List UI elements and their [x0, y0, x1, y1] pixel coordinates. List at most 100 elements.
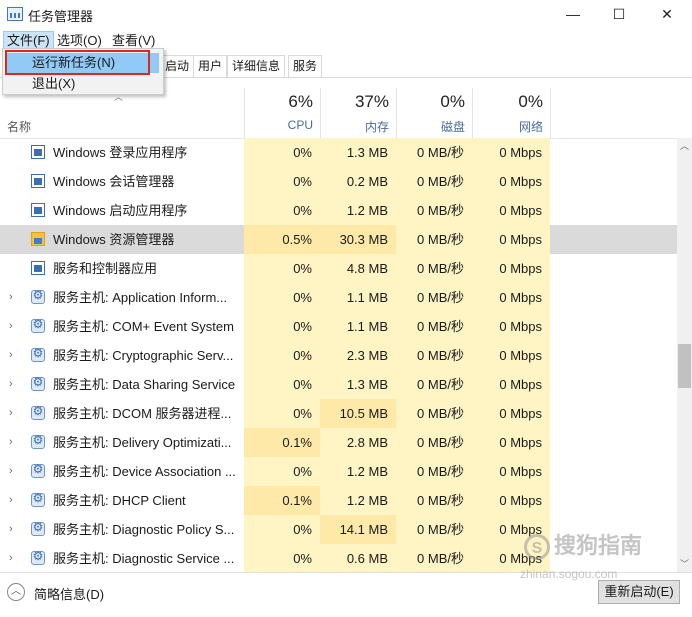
process-row[interactable]: Windows 启动应用程序 0% 1.2 MB 0 MB/秒 0 Mbps [0, 196, 677, 225]
disk-cell: 0 MB/秒 [396, 544, 472, 572]
network-cell: 0 Mbps [472, 196, 550, 225]
expand-chevron-icon[interactable]: › [9, 378, 13, 390]
process-row[interactable]: › 服务主机: DCOM 服务器进程... 0%10.5 MB0 MB/秒0 Mbp… [0, 399, 677, 428]
disk-cell: 0 MB/秒 [396, 457, 472, 486]
scroll-up-icon[interactable]: ︿ [677, 138, 692, 154]
column-header: ︿ 名称 6% CPU 37% 内存 0% 磁盘 0% 网络 [0, 88, 677, 139]
memory-cell: 1.2 MB [320, 196, 396, 225]
process-row[interactable]: › 服务主机: Cryptographic Serv... 0%2.3 MB0 MB… [0, 341, 677, 370]
restart-button[interactable]: 重新启动(E) [598, 580, 680, 604]
network-label: 网络 [518, 120, 543, 134]
window-app-icon [31, 145, 45, 159]
network-cell: 0 Mbps [472, 486, 550, 515]
network-cell: 0 Mbps [472, 428, 550, 457]
network-cell: 0 Mbps [472, 457, 550, 486]
cpu-cell: 0% [244, 312, 320, 341]
cpu-cell: 0.5% [244, 225, 320, 254]
exit-item[interactable]: 退出(X) [5, 74, 159, 94]
process-name: 服务和控制器应用 [53, 261, 158, 276]
tab-services[interactable]: 服务 [288, 55, 323, 77]
process-row[interactable]: › 服务主机: Data Sharing Service 0%1.3 MB0 MB/… [0, 370, 677, 399]
window-app-icon [31, 261, 45, 275]
gear-icon [31, 375, 45, 391]
vertical-scrollbar[interactable]: ︿ ﹀ [677, 138, 692, 572]
network-cell: 0 Mbps [472, 399, 550, 428]
column-memory[interactable]: 37% 内存 [320, 88, 397, 138]
cpu-cell: 0.1% [244, 486, 320, 515]
memory-total: 37% [354, 92, 389, 111]
process-name: 服务主机: Device Association ... [53, 464, 236, 479]
process-name: 服务主机: DHCP Client [53, 493, 186, 508]
annotation-highlight-box [5, 50, 150, 75]
expand-chevron-icon[interactable]: › [9, 523, 13, 535]
cpu-cell: 0% [244, 254, 320, 283]
window-app-icon [31, 203, 45, 217]
expand-chevron-icon[interactable]: › [9, 465, 13, 477]
disk-cell: 0 MB/秒 [396, 225, 472, 254]
gear-icon [31, 462, 45, 478]
process-name: 服务主机: Application Inform... [53, 290, 228, 305]
column-cpu[interactable]: 6% CPU [244, 88, 321, 138]
disk-cell: 0 MB/秒 [396, 138, 472, 167]
process-row[interactable]: › 服务主机: Application Inform... 0%1.1 MB0 MB… [0, 283, 677, 312]
scroll-down-icon[interactable]: ﹀ [677, 556, 692, 572]
process-row[interactable]: Windows 会话管理器 0% 0.2 MB 0 MB/秒 0 Mbps [0, 167, 677, 196]
network-cell: 0 Mbps [472, 167, 550, 196]
memory-cell: 14.1 MB [320, 515, 396, 544]
gear-icon [31, 346, 45, 362]
column-name[interactable]: 名称 [7, 118, 31, 135]
window-app-icon [31, 174, 45, 188]
expand-chevron-icon[interactable]: › [9, 320, 13, 332]
close-button[interactable]: ✕ [644, 0, 690, 30]
expand-chevron-icon[interactable]: › [9, 494, 13, 506]
disk-cell: 0 MB/秒 [396, 486, 472, 515]
minimize-button[interactable]: — [550, 0, 596, 30]
tab-startup[interactable]: 启动 [160, 55, 195, 77]
expand-chevron-icon[interactable]: › [9, 407, 13, 419]
memory-cell: 1.3 MB [320, 138, 396, 167]
disk-cell: 0 MB/秒 [396, 341, 472, 370]
memory-cell: 1.2 MB [320, 457, 396, 486]
column-divider [550, 88, 552, 138]
disk-cell: 0 MB/秒 [396, 283, 472, 312]
expand-chevron-icon[interactable]: › [9, 349, 13, 361]
tab-users[interactable]: 用户 [193, 55, 228, 77]
disk-cell: 0 MB/秒 [396, 428, 472, 457]
expand-chevron-icon[interactable]: › [9, 436, 13, 448]
process-row[interactable]: 服务和控制器应用 0% 4.8 MB 0 MB/秒 0 Mbps [0, 254, 677, 283]
cpu-cell: 0% [244, 138, 320, 167]
process-name: 服务主机: Delivery Optimizati... [53, 435, 232, 450]
process-name: 服务主机: COM+ Event System [53, 319, 234, 334]
cpu-cell: 0% [244, 341, 320, 370]
network-cell: 0 Mbps [472, 370, 550, 399]
watermark-logo-icon: S [524, 534, 550, 561]
collapse-icon[interactable]: ︿ [7, 583, 25, 601]
memory-cell: 2.8 MB [320, 428, 396, 457]
process-row[interactable]: Windows 资源管理器 0.5% 30.3 MB 0 MB/秒 0 Mbps [0, 225, 677, 254]
cpu-cell: 0.1% [244, 428, 320, 457]
process-row[interactable]: ›服务主机: Device Association ...0%1.2 MB0 M… [0, 457, 677, 486]
process-row[interactable]: Windows 登录应用程序 0% 1.3 MB 0 MB/秒 0 Mbps [0, 138, 677, 167]
cpu-cell: 0% [244, 544, 320, 572]
watermark: S 搜狗指南 [524, 528, 642, 561]
process-row[interactable]: › 服务主机: COM+ Event System 0%1.1 MB0 MB/秒0 … [0, 312, 677, 341]
maximize-button[interactable]: ☐ [596, 0, 642, 30]
column-disk[interactable]: 0% 磁盘 [396, 88, 473, 138]
less-details-link[interactable]: 简略信息(D) [34, 584, 104, 603]
cpu-cell: 0% [244, 196, 320, 225]
process-name: 服务主机: Data Sharing Service [53, 377, 236, 392]
gear-icon [31, 549, 45, 565]
cpu-cell: 0% [244, 283, 320, 312]
window-title: 任务管理器 [28, 9, 94, 24]
expand-chevron-icon[interactable]: › [9, 291, 13, 303]
gear-icon [31, 288, 45, 304]
network-cell: 0 Mbps [472, 341, 550, 370]
gear-icon [31, 317, 45, 333]
column-network[interactable]: 0% 网络 [472, 88, 551, 138]
tab-details[interactable]: 详细信息 [227, 55, 286, 77]
expand-chevron-icon[interactable]: › [9, 552, 13, 564]
process-row[interactable]: ›服务主机: Delivery Optimizati...0.1%2.8 MB0… [0, 428, 677, 457]
gear-icon [31, 404, 45, 420]
scrollbar-thumb[interactable] [678, 344, 691, 388]
process-row[interactable]: › 服务主机: DHCP Client 0.1%1.2 MB0 MB/秒0 Mbps [0, 486, 677, 515]
